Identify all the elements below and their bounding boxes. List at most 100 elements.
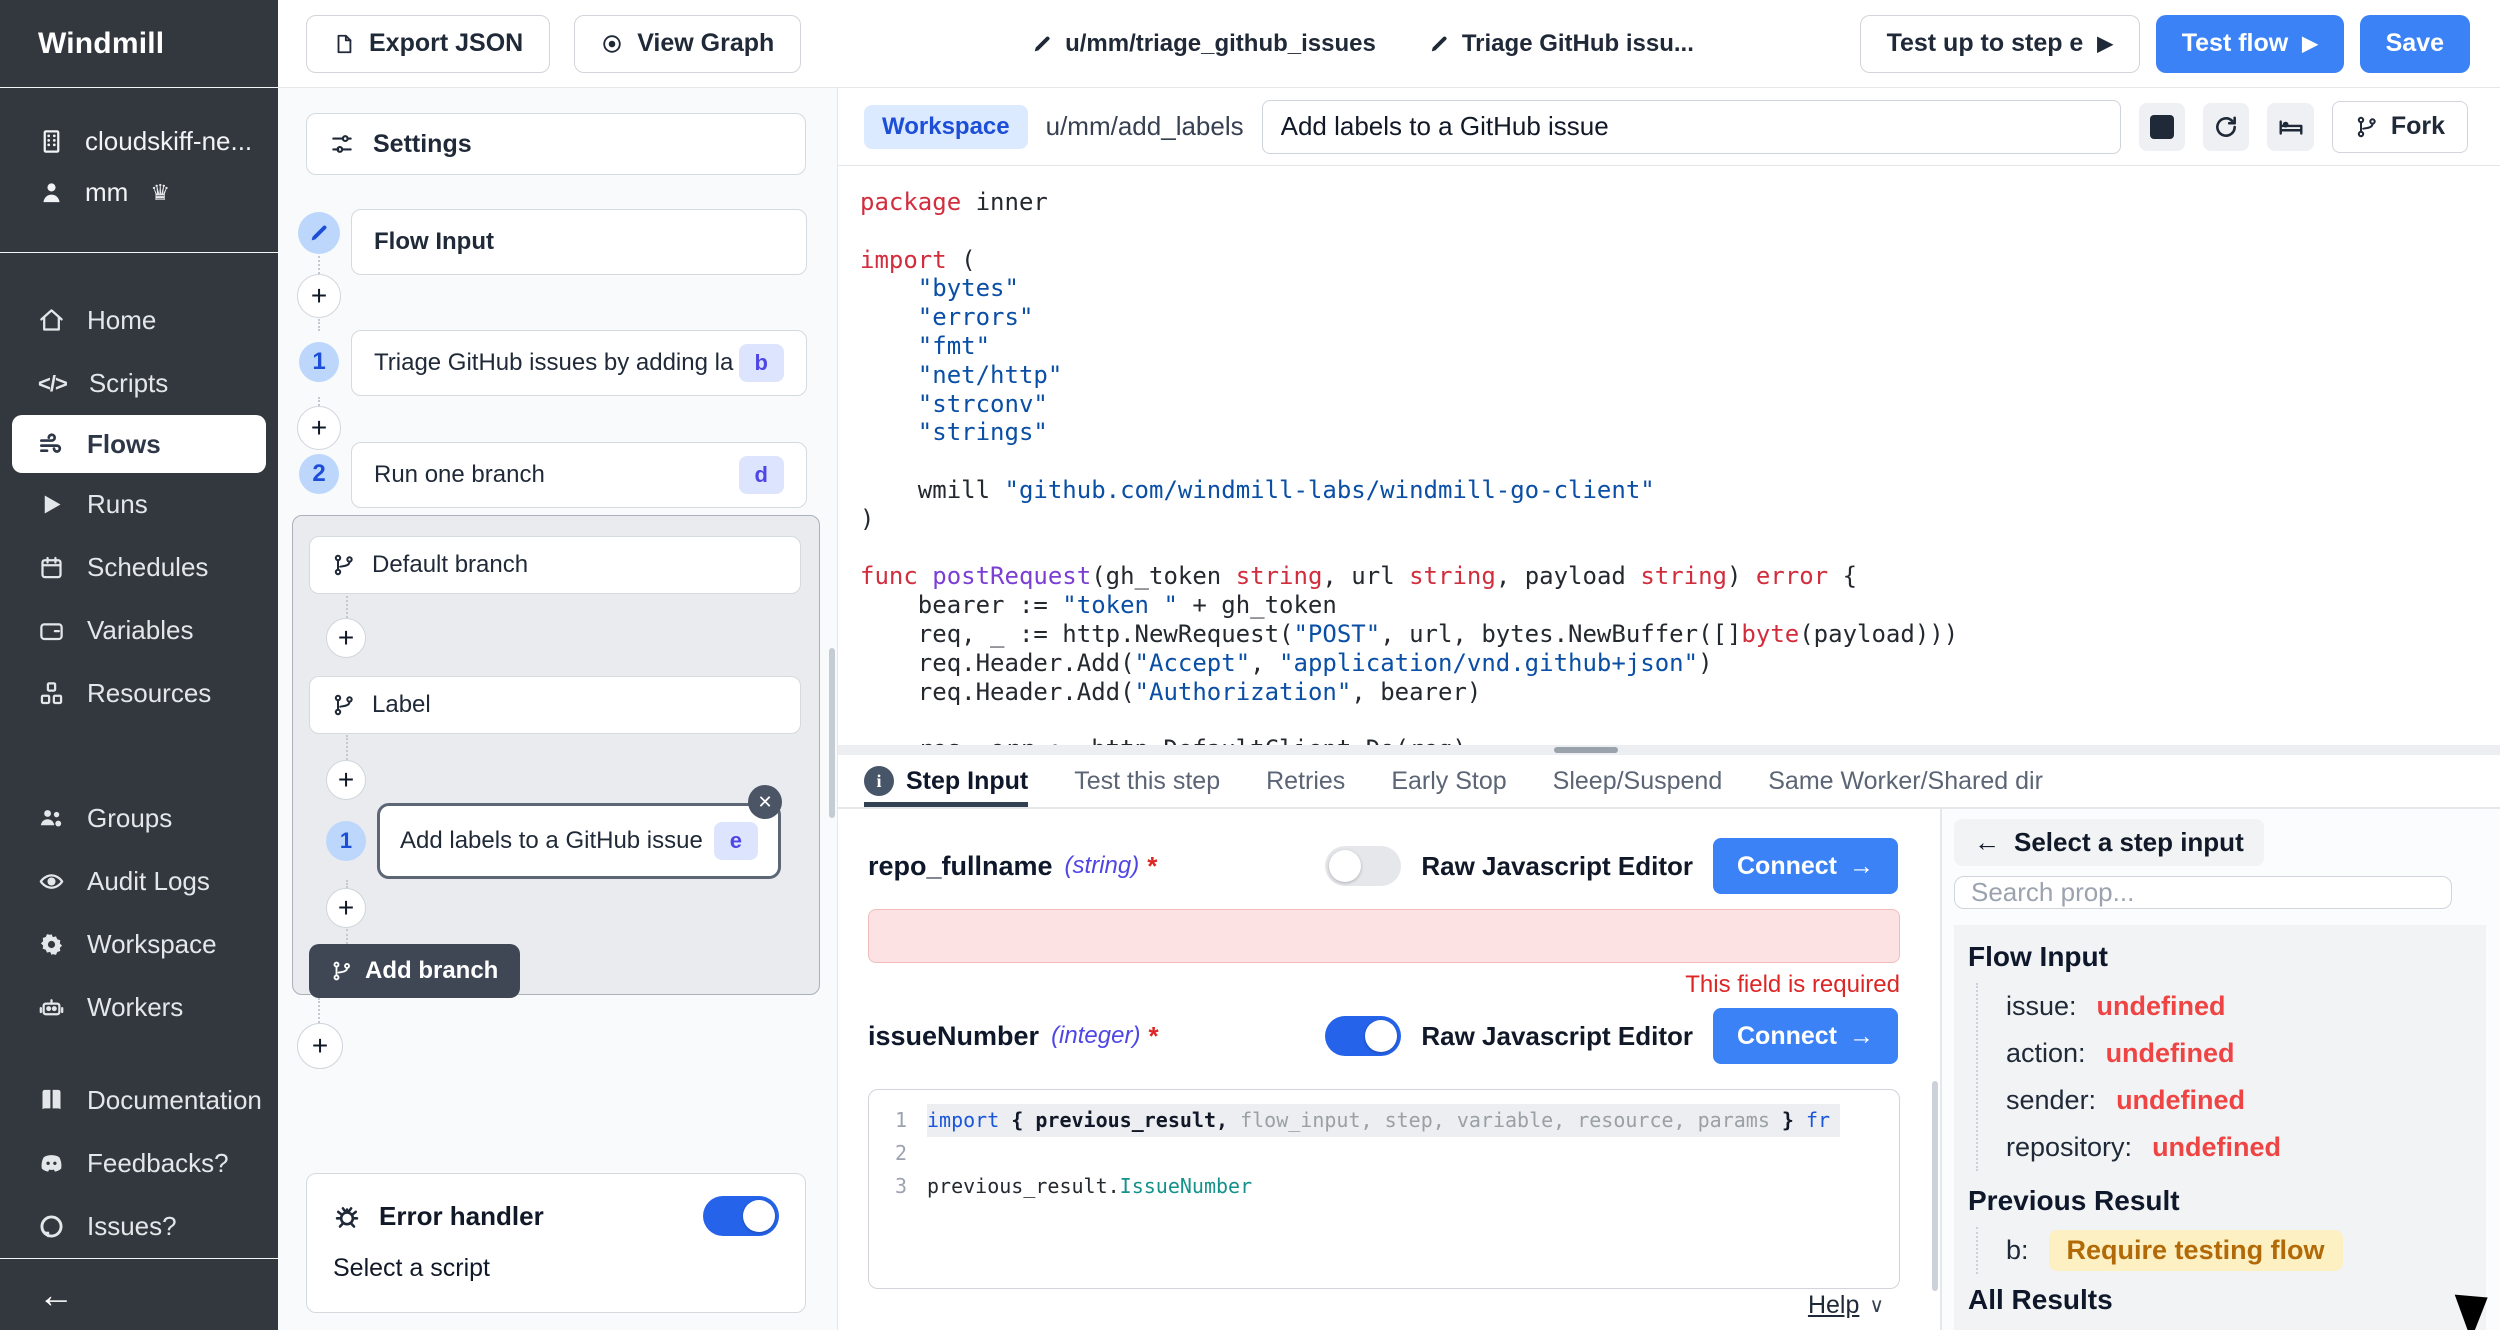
sidebar-item-resources[interactable]: Resources <box>0 662 278 725</box>
all-results-section-title: All Results <box>1962 1284 2470 1316</box>
line-numbers: 1 2 3 <box>869 1104 927 1288</box>
sidebar-collapse[interactable]: ← <box>0 1258 278 1330</box>
sidebar-item-issues[interactable]: Issues? <box>0 1195 278 1258</box>
flow-path-crumb[interactable]: u/mm/triage_github_issues <box>1031 30 1376 58</box>
default-branch-node[interactable]: Default branch <box>309 536 801 594</box>
add-step-button[interactable]: + <box>326 618 366 658</box>
error-handler-toggle[interactable] <box>703 1196 779 1236</box>
sidebar-item-workers[interactable]: Workers <box>0 976 278 1039</box>
tab-early-stop[interactable]: Early Stop <box>1391 755 1506 807</box>
tab-sleep-suspend[interactable]: Sleep/Suspend <box>1553 755 1723 807</box>
field-issue-number: issueNumber (integer) * Raw Javascript E… <box>868 1005 1898 1067</box>
tab-test-this-step[interactable]: Test this step <box>1074 755 1220 807</box>
wallet-icon <box>38 617 65 644</box>
git-branch-icon <box>331 960 353 982</box>
select-step-input-button[interactable]: ← Select a step input <box>1954 819 2264 866</box>
step-title-input[interactable] <box>1262 100 2121 154</box>
test-up-to-step-button[interactable]: Test up to step e ▶ <box>1860 15 2140 73</box>
add-step-button[interactable]: + <box>326 760 366 800</box>
add-branch-button[interactable]: Add branch <box>309 944 520 998</box>
resize-handle[interactable] <box>1554 747 1618 753</box>
flow-input-section-title: Flow Input <box>1962 941 2470 973</box>
refresh-button[interactable] <box>2203 103 2249 151</box>
flow-title-crumb[interactable]: Triage GitHub issu... <box>1428 30 1694 58</box>
connect-button[interactable]: Connect → <box>1713 838 1898 894</box>
selected-step-node[interactable]: Add labels to a GitHub issue e <box>377 803 781 879</box>
stop-button[interactable] <box>2139 103 2185 151</box>
prop-issue[interactable]: issue: undefined <box>2006 983 2470 1030</box>
search-prop-input[interactable] <box>1954 876 2452 909</box>
sidebar-item-groups[interactable]: Groups <box>0 787 278 850</box>
repo-fullname-input[interactable] <box>868 909 1900 963</box>
code-editor[interactable]: package inner import ( "bytes" "errors" … <box>838 166 2500 745</box>
git-branch-icon <box>332 693 356 717</box>
form-scrollbar[interactable] <box>1932 1081 1938 1291</box>
prop-key: repository: <box>2006 1132 2132 1163</box>
sidebar-item-audit-logs[interactable]: Audit Logs <box>0 850 278 913</box>
sidebar-item-flows[interactable]: Flows <box>12 415 266 473</box>
sidebar-item-workspace[interactable]: Workspace <box>0 913 278 976</box>
sliders-icon <box>329 131 355 157</box>
prop-previous-result-b[interactable]: b: Require testing flow <box>2006 1227 2470 1274</box>
flow-settings-button[interactable]: Settings <box>306 113 806 175</box>
tab-step-input[interactable]: i Step Input <box>864 755 1028 807</box>
diff-button[interactable] <box>2267 103 2313 151</box>
user-menu[interactable]: mm ♛ <box>0 167 278 218</box>
test-up-to-step-label: Test up to step e <box>1887 29 2084 58</box>
fork-button[interactable]: Fork <box>2332 101 2468 153</box>
flow-scrollbar[interactable] <box>829 648 835 818</box>
flow-input-label: Flow Input <box>374 228 494 256</box>
connect-button[interactable]: Connect → <box>1713 1008 1898 1064</box>
save-button[interactable]: Save <box>2360 15 2470 73</box>
discord-icon <box>38 1150 65 1177</box>
add-step-button[interactable]: + <box>326 888 366 928</box>
content: Settings Flow Input + 1 Triage GitHub is… <box>278 88 2500 1330</box>
tab-label: Step Input <box>906 767 1028 796</box>
js-expression-editor[interactable]: 1 2 3 import { previous_result, flow_inp… <box>868 1089 1900 1289</box>
step-node-1[interactable]: Triage GitHub issues by adding labels ..… <box>351 330 807 396</box>
sidebar-item-runs[interactable]: Runs <box>0 473 278 536</box>
add-step-button[interactable]: + <box>297 1023 343 1069</box>
step-node-2[interactable]: Run one branch d <box>351 442 807 508</box>
prop-highlighted-value: Require testing flow <box>2049 1230 2343 1271</box>
sidebar-item-label: Variables <box>87 615 193 646</box>
sidebar-item-feedbacks[interactable]: Feedbacks? <box>0 1132 278 1195</box>
select-script-link[interactable]: Select a script <box>333 1254 779 1283</box>
calendar-icon <box>38 554 65 581</box>
export-json-button[interactable]: Export JSON <box>306 15 550 73</box>
add-step-button[interactable]: + <box>297 274 341 318</box>
close-icon[interactable]: ✕ <box>748 785 782 819</box>
sidebar-item-documentation[interactable]: Documentation <box>0 1069 278 1132</box>
git-branch-icon <box>2355 115 2379 139</box>
sidebar-item-label: Home <box>87 305 156 336</box>
sidebar-item-schedules[interactable]: Schedules <box>0 536 278 599</box>
tab-retries[interactable]: Retries <box>1266 755 1345 807</box>
prop-action[interactable]: action: undefined <box>2006 1030 2470 1077</box>
sidebar-item-variables[interactable]: Variables <box>0 599 278 662</box>
flow-input-node[interactable]: Flow Input <box>351 209 807 275</box>
circle-dot-icon <box>601 33 623 55</box>
sidebar-item-label: Runs <box>87 489 148 520</box>
main-area: Export JSON View Graph u/mm/triage_githu… <box>278 0 2500 1330</box>
add-step-button[interactable]: + <box>297 406 341 450</box>
raw-js-toggle[interactable] <box>1325 1016 1401 1056</box>
flow-settings-label: Settings <box>373 130 472 159</box>
tab-same-worker[interactable]: Same Worker/Shared dir <box>1768 755 2043 807</box>
prop-sender[interactable]: sender: undefined <box>2006 1077 2470 1124</box>
play-icon <box>38 491 65 518</box>
prop-repository[interactable]: repository: undefined <box>2006 1124 2470 1171</box>
help-link[interactable]: Help <box>1808 1291 1859 1320</box>
label-branch-node[interactable]: Label <box>309 676 801 734</box>
sidebar-item-scripts[interactable]: </> Scripts <box>0 352 278 415</box>
workspace-badge: Workspace <box>864 105 1028 149</box>
field-repo-fullname: repo_fullname (string) * Raw Javascript … <box>868 835 1898 897</box>
step-input-form: repo_fullname (string) * Raw Javascript … <box>838 809 1940 1330</box>
step-id-badge: b <box>739 344 784 382</box>
raw-js-toggle[interactable] <box>1325 846 1401 886</box>
test-flow-button[interactable]: Test flow ▶ <box>2156 15 2344 73</box>
raw-js-label: Raw Javascript Editor <box>1421 851 1693 882</box>
view-graph-button[interactable]: View Graph <box>574 15 801 73</box>
sidebar-item-home[interactable]: Home <box>0 289 278 352</box>
tab-label: Sleep/Suspend <box>1553 767 1723 796</box>
workspace-switcher[interactable]: cloudskiff-ne... <box>0 116 278 167</box>
